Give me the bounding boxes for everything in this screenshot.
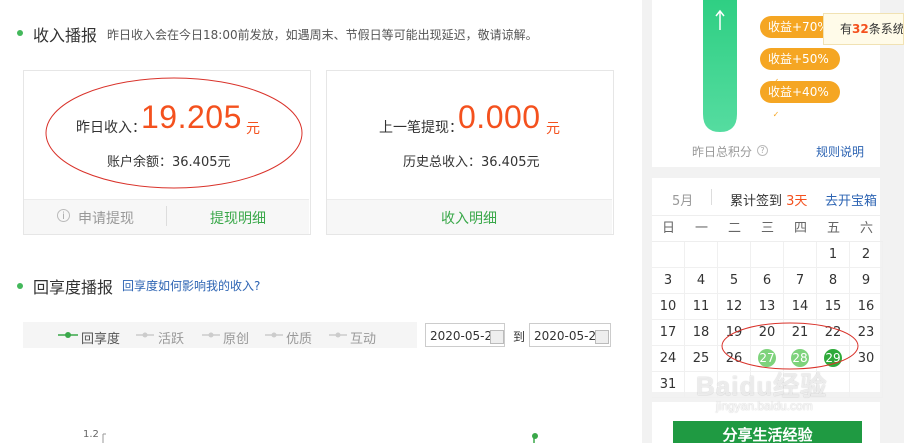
calendar-divider — [711, 189, 712, 205]
calendar-day[interactable]: 14 — [784, 294, 817, 319]
calendar-day[interactable]: 9 — [850, 268, 883, 293]
calendar-day[interactable]: 4 — [685, 268, 718, 293]
highlight-ellipse-left — [45, 77, 303, 189]
calendar-weekday: 日 — [661, 221, 675, 236]
calendar-empty-cell — [751, 242, 784, 267]
calendar-row: 3456789 — [652, 268, 883, 294]
calendar-icon[interactable] — [595, 330, 609, 344]
calendar-empty-cell — [850, 372, 883, 397]
legend-item-original[interactable]: 原创 — [223, 328, 249, 347]
reward-badge: 收益+50%✓ — [760, 48, 840, 87]
tooltip-prefix: 有 — [840, 22, 853, 36]
calendar-weekday: 五 — [826, 221, 840, 236]
return-help-link[interactable]: 回享度如何影响我的收入? — [122, 277, 260, 294]
calendar-weekday: 四 — [793, 221, 807, 236]
income-section-subtitle: 昨日收入会在今日18:00前发放，如遇周末、节假日等可能出现延迟，敬请谅解。 — [107, 28, 538, 42]
legend-marker-icon — [329, 332, 347, 338]
last-withdraw-amount: 0.000 — [458, 99, 541, 135]
info-icon: i — [57, 209, 70, 222]
calendar-day[interactable]: 12 — [718, 294, 751, 319]
calendar-day[interactable]: 6 — [751, 268, 784, 293]
income-detail-link[interactable]: 收入明细 — [441, 208, 497, 228]
share-experience-banner[interactable]: 分享生活经验 — [673, 421, 862, 443]
legend-item-active[interactable]: 活跃 — [158, 328, 184, 347]
calendar-weekday: 六 — [859, 221, 873, 236]
date-range-separator: 到 — [513, 330, 526, 344]
calendar-row: 日一二三四五六 — [652, 216, 883, 242]
calendar-streak: 累计签到 3天 — [730, 190, 807, 209]
reward-badge: 收益+40% ✓ — [760, 81, 840, 120]
calendar-weekday: 二 — [727, 221, 741, 236]
calendar-day[interactable]: 15 — [817, 294, 850, 319]
return-section-title: 回享度播报 — [33, 278, 114, 297]
watermark-url: jingyan.baidu.com — [716, 399, 813, 413]
reward-badge-label: 收益+50% — [768, 52, 829, 66]
calendar-empty-cell — [784, 242, 817, 267]
tooltip-count: 32 — [852, 22, 869, 36]
total-points-label: 昨日总积分 — [692, 145, 753, 159]
last-withdraw-unit: 元 — [546, 121, 560, 137]
withdraw-detail-link[interactable]: 提现明细 — [210, 208, 266, 228]
calendar-day[interactable]: 7 — [784, 268, 817, 293]
calendar-icon[interactable] — [490, 330, 504, 344]
reward-badge-label: 收益+70% — [768, 20, 829, 34]
calendar-day[interactable]: 11 — [685, 294, 718, 319]
income-section-title: 收入播报 — [33, 26, 98, 45]
legend-marker-icon — [58, 332, 78, 338]
legend-item-quality[interactable]: 优质 — [286, 328, 312, 347]
calendar-day[interactable]: 16 — [850, 294, 883, 319]
calendar-day[interactable]: 5 — [718, 268, 751, 293]
chart-data-point — [532, 433, 538, 443]
points-progress-bar — [703, 0, 737, 132]
streak-days: 3天 — [786, 194, 808, 209]
system-message-tooltip[interactable]: 有32条系统 — [823, 13, 904, 45]
highlight-ellipse-calendar — [721, 322, 859, 370]
column-divider — [642, 0, 652, 443]
calendar-day[interactable]: 8 — [817, 268, 850, 293]
apply-withdraw-button[interactable]: 申请提现 — [78, 208, 134, 228]
total-income-text: 历史总收入：36.405元 — [403, 155, 540, 170]
calendar-empty-cell — [652, 242, 685, 267]
calendar-month: 5月 — [672, 194, 694, 209]
section-bullet — [17, 283, 23, 289]
streak-label: 累计签到 — [730, 194, 783, 209]
legend-item-interaction[interactable]: 互动 — [350, 328, 376, 347]
calendar-empty-cell — [718, 242, 751, 267]
baidu-watermark: Baidu经验 — [696, 371, 828, 401]
chart-y-axis — [102, 433, 106, 443]
calendar-weekday: 三 — [760, 221, 774, 236]
rules-link[interactable]: 规则说明 — [816, 143, 864, 160]
calendar-day[interactable]: 24 — [652, 346, 685, 371]
footer-divider — [166, 206, 167, 226]
calendar-day[interactable]: 31 — [652, 372, 685, 397]
calendar-day[interactable]: 17 — [652, 320, 685, 345]
calendar-day[interactable]: 13 — [751, 294, 784, 319]
calendar-day[interactable]: 10 — [652, 294, 685, 319]
legend-marker-icon — [202, 332, 220, 338]
chart-y-tick-label: 1.2 — [83, 429, 99, 440]
help-icon[interactable]: ? — [757, 145, 768, 156]
open-treasure-link[interactable]: 去开宝箱 — [825, 190, 877, 209]
calendar-day[interactable]: 3 — [652, 268, 685, 293]
calendar-row: 12 — [652, 242, 883, 268]
tooltip-suffix: 条系统 — [868, 22, 904, 36]
calendar-empty-cell — [685, 242, 718, 267]
legend-marker-icon — [265, 332, 283, 338]
reward-badge-label: 收益+40% — [768, 85, 829, 99]
section-bullet — [17, 30, 23, 36]
calendar-day[interactable]: 1 — [817, 242, 850, 267]
calendar-day[interactable]: 18 — [685, 320, 718, 345]
last-withdraw-label: 上一笔提现： — [379, 120, 463, 136]
check-icon: ✓ — [771, 109, 781, 120]
legend-item-return[interactable]: 回享度 — [81, 328, 120, 347]
calendar-weekday: 一 — [694, 221, 708, 236]
calendar-day[interactable]: 2 — [850, 242, 883, 267]
legend-marker-icon — [136, 332, 154, 338]
calendar-row: 10 11 12 13 14 15 16 — [652, 294, 883, 320]
